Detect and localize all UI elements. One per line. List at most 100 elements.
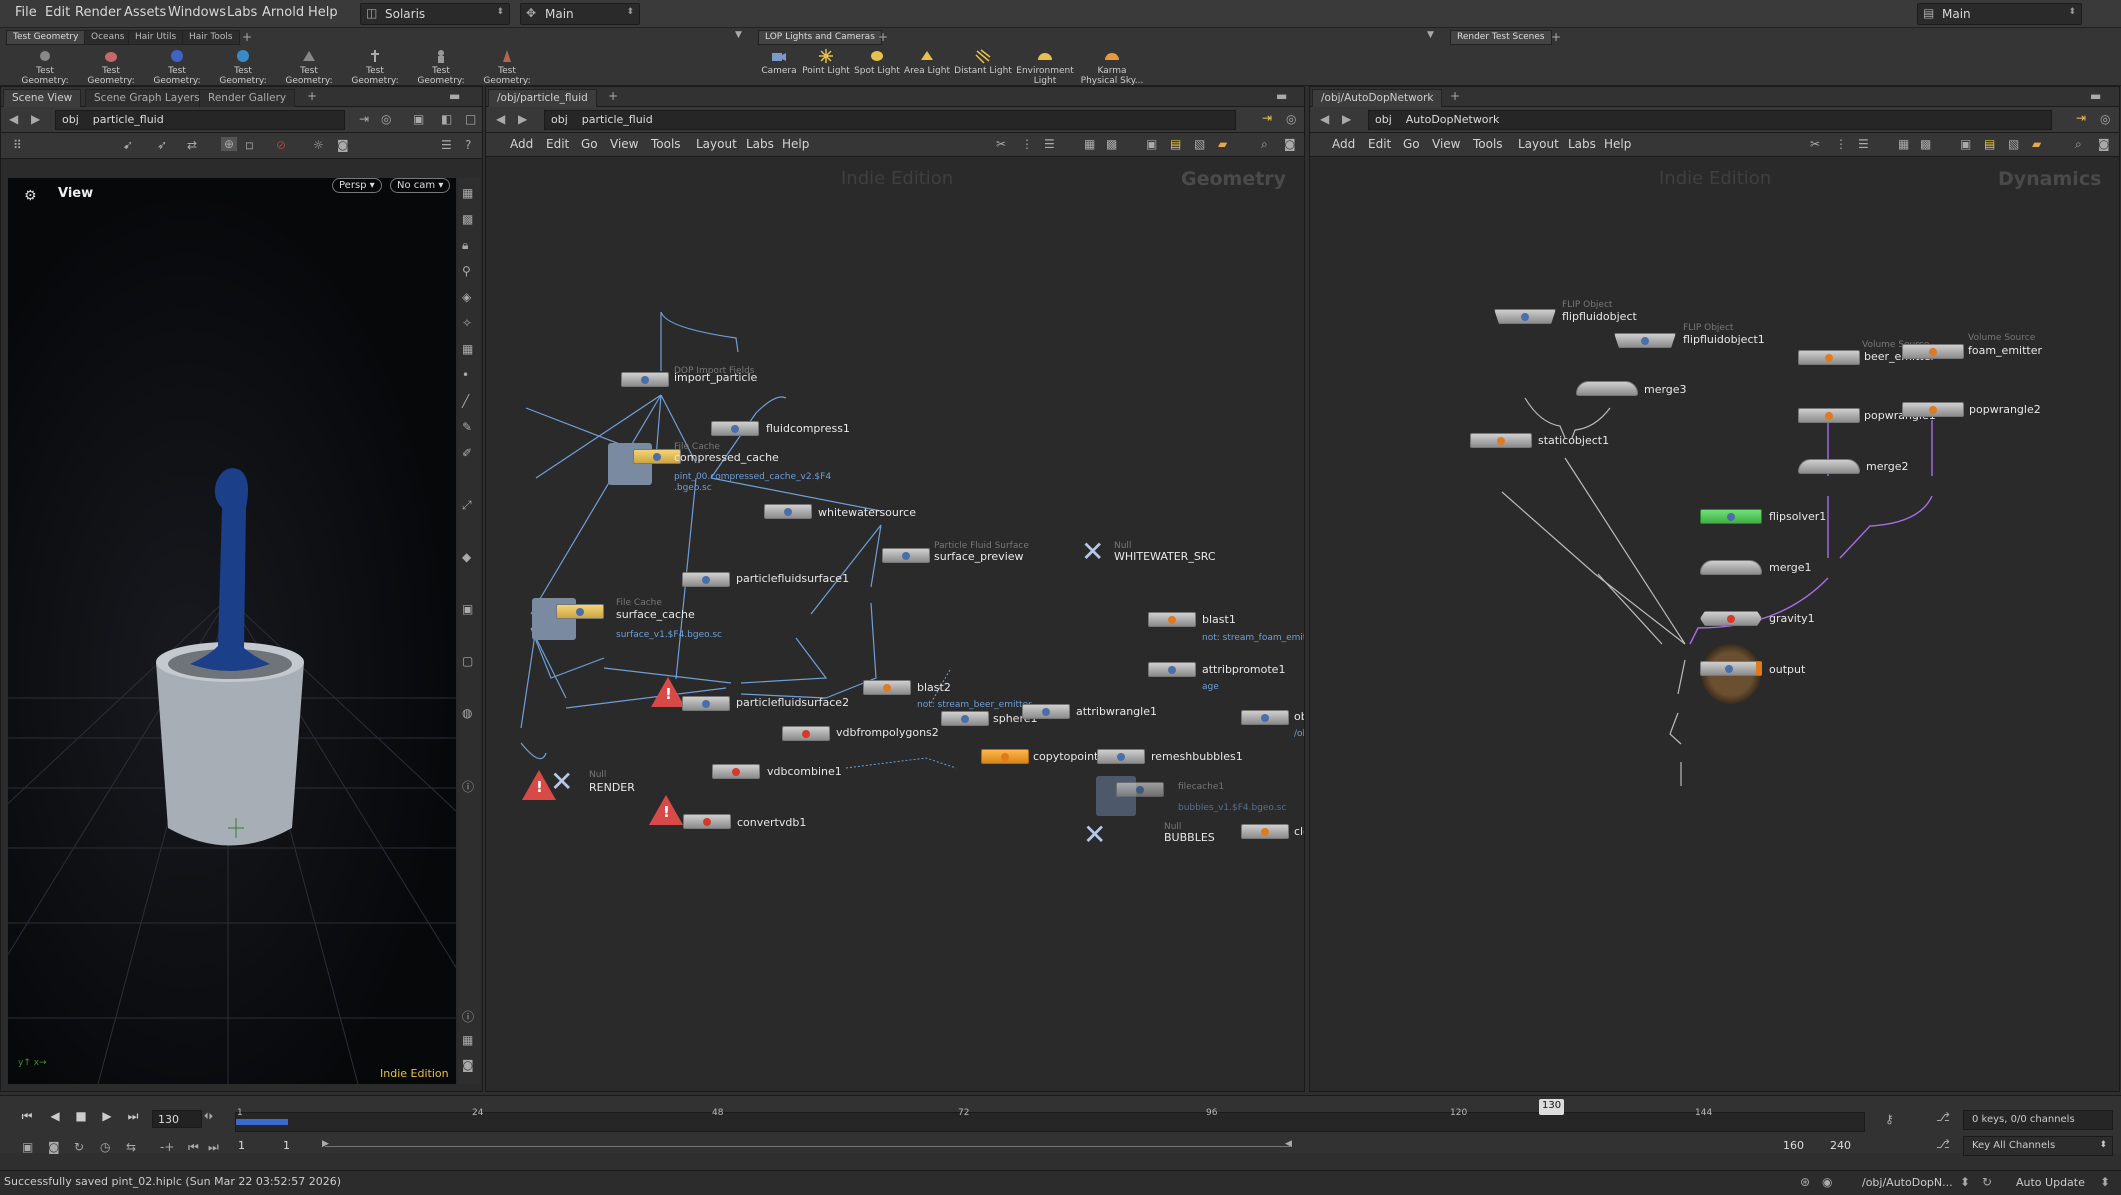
chevron-updown-icon[interactable]: ⬍ [1960, 1175, 1970, 1189]
wrench-icon[interactable]: ✂ [996, 137, 1006, 151]
range-start-handle-icon[interactable]: ▶ [322, 1139, 329, 1149]
node-surface-cache[interactable] [556, 604, 604, 619]
snapshot-icon[interactable]: ◧ [441, 112, 452, 126]
pencil-icon[interactable]: ✎ [462, 420, 472, 434]
next-key-icon[interactable]: ⏭ [208, 1140, 219, 1155]
node-particlefluidsurface2[interactable] [682, 696, 730, 711]
list-icon[interactable]: ☰ [1044, 137, 1055, 151]
node-output[interactable] [1700, 661, 1762, 676]
back-arrow-icon[interactable]: ◀ [9, 112, 18, 126]
camera-button[interactable]: No cam ▾ [390, 178, 451, 193]
node-popwrangle1[interactable] [1798, 408, 1860, 423]
brush-icon[interactable]: ✐ [462, 446, 472, 460]
geo-menu-go[interactable]: Go [581, 137, 598, 151]
menu-edit[interactable]: Edit [45, 5, 70, 20]
snapshot-icon[interactable]: ◙ [1284, 137, 1296, 151]
shelf-tab-lop-lights[interactable]: LOP Lights and Cameras [758, 30, 882, 45]
geo-menu-help[interactable]: Help [782, 137, 809, 151]
tool-point-light[interactable]: Point Light [797, 48, 855, 76]
key-all-icon[interactable]: ⎇ [1936, 1137, 1950, 1151]
maximize-icon[interactable]: □ [465, 112, 476, 126]
node-beer-emitter[interactable] [1798, 350, 1860, 365]
sticky-note-icon[interactable]: ▤ [1170, 137, 1181, 151]
dop-menu-edit[interactable]: Edit [1368, 137, 1391, 151]
realtime-icon[interactable]: ▣ [22, 1140, 33, 1154]
snapshot-icon[interactable]: ◙ [462, 1058, 474, 1072]
grid-dots-icon[interactable]: ⠿ [13, 138, 22, 152]
options-icon[interactable]: ☰ [441, 138, 452, 152]
help-icon[interactable]: ? [465, 138, 471, 152]
context-select[interactable]: ✥ Main ⬍ [520, 3, 640, 25]
shading-icon[interactable]: ▩ [462, 212, 473, 226]
dop-menu-tools[interactable]: Tools [1473, 137, 1503, 151]
chevron-updown-icon[interactable]: ⬍ [2100, 1175, 2110, 1189]
node-staticobject1[interactable] [1470, 433, 1532, 448]
add-tab-icon[interactable]: + [1551, 30, 1561, 44]
node-ob[interactable] [1241, 710, 1289, 725]
stop-icon[interactable]: ■ [70, 1109, 92, 1129]
add-tab-icon[interactable]: + [608, 89, 618, 103]
node-flipfluidobject1[interactable] [1614, 333, 1676, 348]
node-flipfluidobject[interactable] [1494, 309, 1556, 324]
node-gravity1[interactable] [1700, 611, 1762, 626]
list-icon[interactable]: ☰ [1858, 137, 1869, 151]
shelf-tab-render-test-scenes[interactable]: Render Test Scenes [1450, 30, 1552, 45]
clock-icon[interactable]: ◷ [100, 1140, 110, 1154]
node-fluidcompress1[interactable] [711, 421, 759, 436]
node-foam-emitter[interactable] [1902, 344, 1964, 359]
jump-end-icon[interactable]: ⏭ [122, 1109, 144, 1129]
end-frame-field[interactable]: 160 [1783, 1139, 1804, 1152]
edge-icon[interactable]: ╱ [462, 394, 469, 408]
dop-menu-view[interactable]: View [1432, 137, 1460, 151]
loop-icon[interactable]: ↻ [74, 1140, 84, 1154]
background-icon[interactable]: ▣ [462, 602, 473, 616]
view-tool-icon[interactable]: ▦ [462, 186, 473, 200]
normal-icon[interactable]: ⤢ [462, 498, 472, 513]
transform-icon[interactable]: ⇄ [187, 138, 197, 152]
tool-karma-sky[interactable]: Karma Physical Sky... [1080, 48, 1144, 86]
geo-menu-view[interactable]: View [610, 137, 638, 151]
start-frame-field-2[interactable]: 1 [283, 1139, 290, 1152]
tab-scene-graph-layers[interactable]: Scene Graph Layers [85, 89, 209, 107]
tab-scene-view[interactable]: Scene View [3, 89, 82, 107]
menu-render[interactable]: Render [75, 5, 121, 20]
tab-particle-fluid[interactable]: /obj/particle_fluid [488, 89, 597, 107]
pin-icon[interactable]: ⚲ [462, 264, 471, 278]
node-import-particle[interactable] [621, 372, 669, 387]
node-copytopoints1[interactable] [981, 749, 1029, 764]
persp-button[interactable]: Persp ▾ [332, 178, 382, 193]
node-merge3[interactable] [1576, 381, 1638, 396]
network-box-icon[interactable]: ▧ [1194, 137, 1205, 151]
viewport-3d[interactable]: ⚙ View Persp ▾ No cam ▾ Indie Edition y↑… [8, 178, 456, 1084]
chevron-down-icon[interactable]: ▼ [1427, 30, 1434, 40]
image-icon[interactable]: ▣ [1146, 137, 1157, 151]
grid-view-icon[interactable]: ▦ [1898, 137, 1909, 151]
back-arrow-icon[interactable]: ◀ [1320, 112, 1329, 126]
node-particlefluidsurface1[interactable] [682, 572, 730, 587]
tool-distant-light[interactable]: Distant Light [952, 48, 1014, 76]
geo-menu-add[interactable]: Add [510, 137, 533, 151]
add-tab-icon[interactable]: + [242, 30, 252, 44]
record-icon[interactable]: ⊘ [276, 138, 286, 152]
key-all-select[interactable]: Key All Channels ⬍ [1963, 1136, 2113, 1156]
pane-menu-icon[interactable]: ▬ [1276, 89, 1287, 103]
node-filecache1[interactable] [1116, 782, 1164, 797]
geo-network-canvas[interactable]: Indie Edition Geometry DOP Import Fields… [486, 158, 1304, 1091]
scene-path-field[interactable]: obj particle_fluid [55, 110, 345, 130]
tab-autodopnetwork[interactable]: /obj/AutoDopNetwork [1312, 89, 1443, 107]
link-icon[interactable]: ◎ [2100, 112, 2110, 126]
display-icon[interactable]: ▣ [413, 112, 424, 126]
geo-menu-labs[interactable]: Labs [746, 137, 774, 151]
select-arrow-icon[interactable]: ➶ [157, 138, 167, 152]
lock-icon[interactable]: 🔒︎ [462, 238, 468, 253]
point-icon[interactable]: • [462, 368, 469, 382]
null-icon[interactable]: ✕ [1081, 538, 1104, 566]
end-frame-field-2[interactable]: 240 [1830, 1139, 1851, 1152]
chevron-down-icon[interactable]: ▼ [735, 30, 742, 40]
lightbulb-icon[interactable]: ✧ [462, 316, 472, 330]
perform-monitor-icon[interactable]: ⊛ [1800, 1175, 1810, 1189]
dop-path-field[interactable]: obj AutoDopNetwork [1368, 110, 2052, 130]
snapshot-icon[interactable]: ◙ [2098, 137, 2110, 151]
tree-icon[interactable]: ⋮ [1835, 137, 1847, 151]
range-icon[interactable]: ⇆ [126, 1140, 136, 1154]
